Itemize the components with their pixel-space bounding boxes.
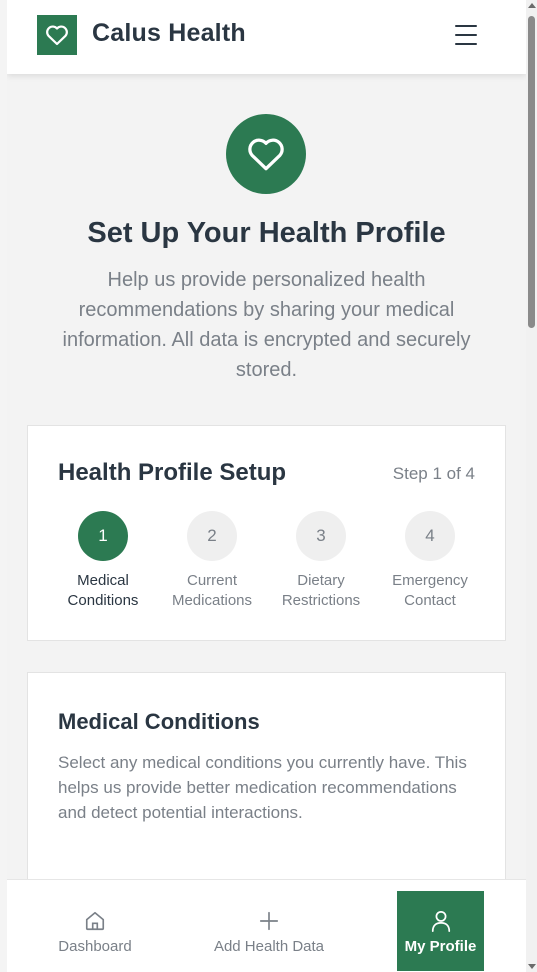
step-current-medications[interactable]: 2 Current Medications xyxy=(157,511,267,611)
step-indicator: Step 1 of 4 xyxy=(392,464,475,483)
step-emergency-contact[interactable]: 4 Emergency Contact xyxy=(375,511,485,611)
scroll-down-arrow-icon[interactable] xyxy=(528,964,536,969)
logo[interactable] xyxy=(37,15,77,55)
step-label: Medical Conditions xyxy=(67,572,139,609)
step-number: 2 xyxy=(187,511,237,561)
scroll-up-arrow-icon[interactable] xyxy=(528,3,536,8)
user-icon xyxy=(430,908,452,934)
heart-icon xyxy=(226,114,306,194)
step-number: 1 xyxy=(78,511,128,561)
nav-add-health-data[interactable]: Add Health Data xyxy=(203,891,335,971)
brand-name: Calus Health xyxy=(92,19,246,47)
bottom-nav: Dashboard Add Health Data My Profile xyxy=(7,879,526,972)
step-number: 3 xyxy=(296,511,346,561)
heart-icon xyxy=(46,25,68,46)
step-medical-conditions[interactable]: 1 Medical Conditions xyxy=(48,511,158,611)
step-dietary-restrictions[interactable]: 3 Dietary Restrictions xyxy=(266,511,376,611)
page-subtitle: Help us provide personalized health reco… xyxy=(62,269,471,381)
section-title: Medical Conditions xyxy=(58,709,260,734)
setup-title: Health Profile Setup xyxy=(58,459,287,486)
vertical-scrollbar[interactable] xyxy=(526,0,537,972)
app-header: Calus Health xyxy=(7,0,526,74)
home-icon xyxy=(84,908,106,934)
scroll-thumb[interactable] xyxy=(528,16,535,328)
app-frame: Calus Health Set Up Your Health Profile … xyxy=(7,0,526,972)
section-description: Select any medical conditions you curren… xyxy=(58,753,467,822)
plus-icon xyxy=(258,908,280,934)
step-label: Current Medications xyxy=(171,572,253,609)
step-label: Emergency Contact xyxy=(392,572,468,609)
page-title: Set Up Your Health Profile xyxy=(87,217,446,249)
nav-my-profile[interactable]: My Profile xyxy=(397,891,484,971)
nav-dashboard[interactable]: Dashboard xyxy=(35,891,155,971)
nav-label: Dashboard xyxy=(58,937,132,955)
nav-label: Add Health Data xyxy=(213,937,325,955)
step-label: Dietary Restrictions xyxy=(281,572,361,609)
step-number: 4 xyxy=(405,511,455,561)
nav-label: My Profile xyxy=(404,937,477,955)
profile-setup-card: Health Profile Setup Step 1 of 4 1 Medic… xyxy=(27,425,506,641)
hamburger-menu-icon[interactable] xyxy=(451,22,481,48)
